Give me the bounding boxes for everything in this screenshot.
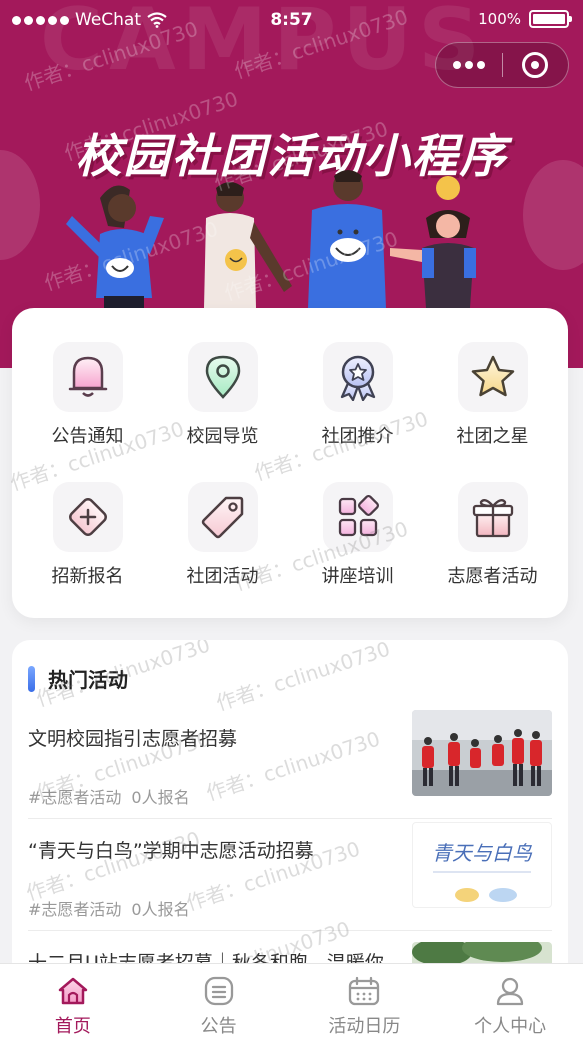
star-icon xyxy=(471,355,514,397)
target-icon xyxy=(522,52,549,78)
menu-label: 校园导览 xyxy=(186,426,259,447)
bell-icon xyxy=(68,356,107,397)
tab-icon-wrap xyxy=(0,974,146,1008)
volunteer-photo xyxy=(412,710,552,796)
tab-icon-wrap xyxy=(146,974,292,1008)
activity-signups: 0人报名 xyxy=(131,788,190,807)
tab-label: 公告 xyxy=(200,1016,237,1037)
more-options-button[interactable] xyxy=(436,61,502,69)
menu-label: 讲座培训 xyxy=(321,566,394,587)
tab-label: 活动日历 xyxy=(328,1016,401,1037)
student-figure-4 xyxy=(390,176,476,308)
tab-label: 首页 xyxy=(54,1016,91,1037)
menu-icon-container xyxy=(322,342,393,412)
tab-notices[interactable]: 公告 xyxy=(146,964,292,1045)
menu-item-campus-guide[interactable]: 校园导览 xyxy=(155,308,290,447)
notice-icon xyxy=(204,976,233,1006)
menu-label: 公告通知 xyxy=(51,426,124,447)
menu-icon-container xyxy=(52,482,123,552)
menu-label: 招新报名 xyxy=(51,566,124,587)
tag-icon xyxy=(201,496,243,539)
battery-label: 100% xyxy=(478,10,521,28)
activity-meta: #志愿者活动 0人报名 xyxy=(28,896,190,920)
divider xyxy=(28,818,552,819)
activity-title: “青天与白鸟”学期中志愿活动招募 xyxy=(28,840,314,862)
menu-label: 社团推介 xyxy=(321,426,394,447)
menu-item-recruitment[interactable]: 招新报名 xyxy=(20,448,155,587)
user-icon xyxy=(496,977,524,1006)
bottom-tab-bar: 首页 公告 活动日历 个人中心 xyxy=(0,963,583,1045)
menu-label: 志愿者活动 xyxy=(447,566,538,587)
divider xyxy=(28,930,552,931)
home-icon xyxy=(58,977,88,1005)
menu-icon-container xyxy=(457,482,528,552)
gift-icon xyxy=(472,499,513,538)
status-bar: WeChat 8:57 100% xyxy=(0,0,583,40)
activity-thumbnail xyxy=(412,710,552,796)
battery-icon xyxy=(529,10,572,28)
activity-category: #志愿者活动 xyxy=(28,788,122,807)
hot-activities-section: 热门活动 文明校园指引志愿者招募 #志愿者活动 0人报名 “青天与白鸟”学期中志… xyxy=(12,640,568,980)
activity-title: 文明校园指引志愿者招募 xyxy=(28,728,238,750)
student-figure-2 xyxy=(204,182,292,308)
menu-icon-container xyxy=(187,342,258,412)
diamond-plus-icon xyxy=(68,498,107,536)
calendar-icon xyxy=(349,976,380,1006)
tab-home[interactable]: 首页 xyxy=(0,964,146,1045)
cloud-decoration xyxy=(455,888,517,902)
watermark: 作者：cclinux0730 xyxy=(213,640,393,716)
menu-item-club-activities[interactable]: 社团活动 xyxy=(155,448,290,587)
menu-item-announcements[interactable]: 公告通知 xyxy=(20,308,155,447)
feature-menu: 公告通知 校园导览 社团推介 社团之星 招新报名 社团活动 讲座培训 志愿者活动 xyxy=(12,308,568,618)
menu-icon-container xyxy=(322,482,393,552)
menu-icon-container xyxy=(457,342,528,412)
tab-calendar[interactable]: 活动日历 xyxy=(292,964,438,1045)
activity-meta: #志愿者活动 0人报名 xyxy=(28,784,190,808)
status-battery: 100% xyxy=(478,10,572,28)
close-program-button[interactable] xyxy=(503,52,569,78)
tab-label: 个人中心 xyxy=(474,1016,547,1037)
menu-item-lectures[interactable]: 讲座培训 xyxy=(290,448,425,587)
student-figure-3 xyxy=(308,170,386,308)
activity-signups: 0人报名 xyxy=(131,900,190,919)
menu-label: 社团之星 xyxy=(456,426,529,447)
grid-apps-icon xyxy=(338,495,379,537)
menu-item-club-star[interactable]: 社团之星 xyxy=(425,308,560,447)
mini-program-capsule xyxy=(435,42,569,88)
section-accent-bar xyxy=(28,666,35,692)
section-title: 热门活动 xyxy=(48,668,128,692)
thumbnail-decoration xyxy=(433,871,531,873)
map-pin-icon xyxy=(205,355,240,399)
student-figure-1 xyxy=(66,185,164,308)
activity-thumbnail: 青天与白鸟 xyxy=(412,822,552,908)
tab-icon-wrap xyxy=(292,974,438,1008)
thumbnail-caption: 青天与白鸟 xyxy=(432,841,532,865)
tab-icon-wrap xyxy=(437,974,583,1008)
tab-profile[interactable]: 个人中心 xyxy=(437,964,583,1045)
menu-label: 社团活动 xyxy=(186,566,259,587)
activity-category: #志愿者活动 xyxy=(28,900,122,919)
menu-item-club-intro[interactable]: 社团推介 xyxy=(290,308,425,447)
menu-icon-container xyxy=(52,342,123,412)
award-badge-icon xyxy=(340,355,375,401)
menu-item-volunteer[interactable]: 志愿者活动 xyxy=(425,448,560,587)
menu-icon-container xyxy=(187,482,258,552)
